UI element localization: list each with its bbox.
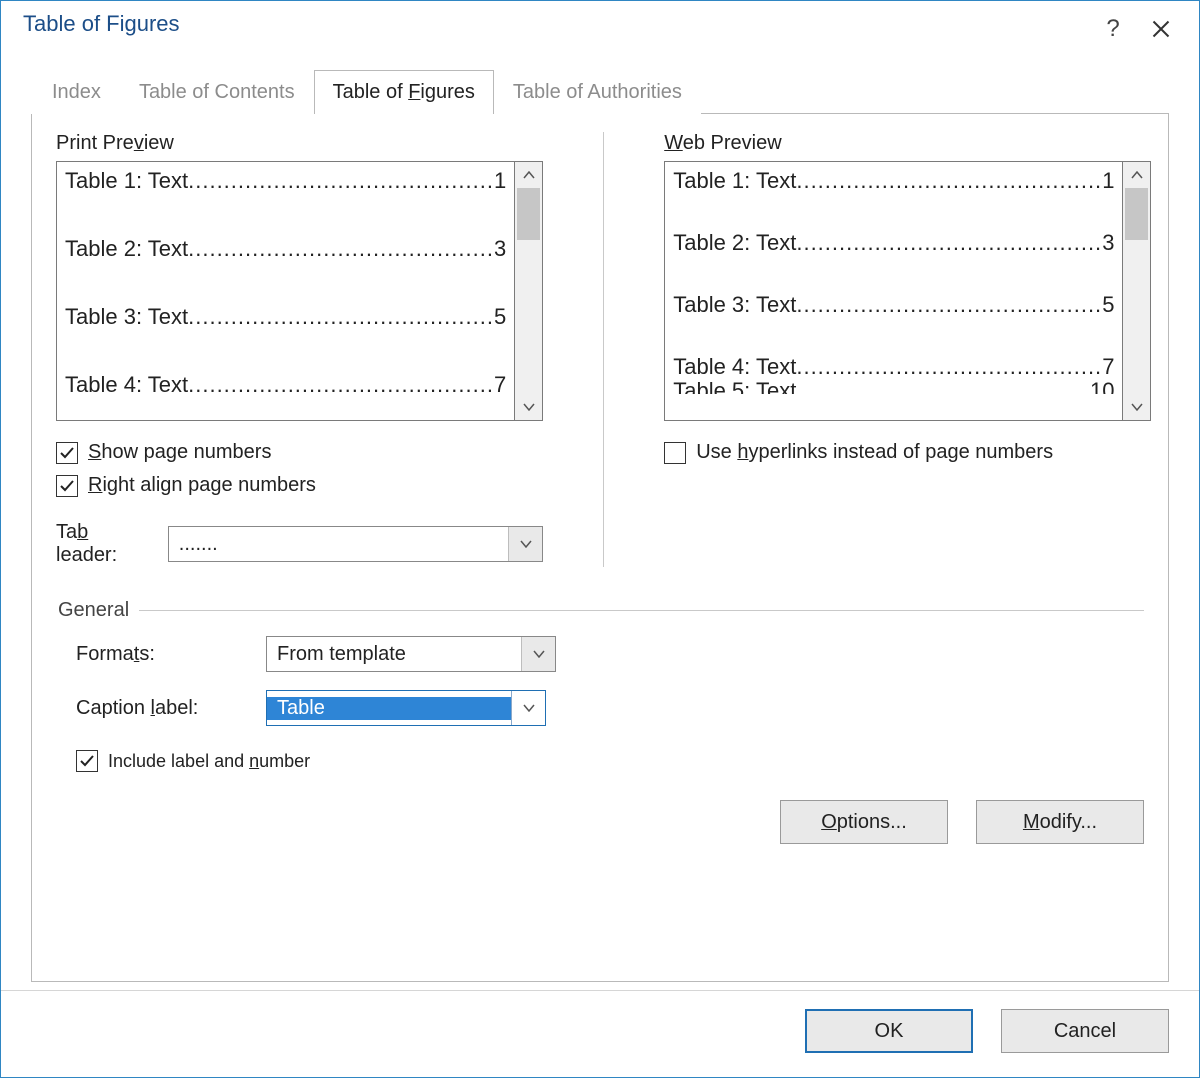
preview-line: Table 4: Text ..........................… bbox=[673, 354, 1114, 380]
dialog-window: Table of Figures ? Index Table of Conten… bbox=[0, 0, 1200, 1078]
close-icon[interactable] bbox=[1137, 11, 1185, 47]
titlebar: Table of Figures ? bbox=[1, 1, 1199, 69]
tab-leader-select[interactable]: ....... bbox=[168, 526, 543, 562]
preview-line: Table 3: Text ..........................… bbox=[673, 292, 1114, 318]
preview-line: Table 2: Text ..........................… bbox=[673, 230, 1114, 256]
ok-button[interactable]: OK bbox=[805, 1009, 973, 1053]
formats-row: Formats: From template bbox=[76, 636, 1144, 672]
chevron-down-icon bbox=[511, 691, 545, 725]
checkbox-icon bbox=[76, 750, 98, 772]
include-label-and-number-checkbox[interactable]: Include label and number bbox=[76, 750, 1144, 772]
dialog-content: Index Table of Contents Table of Figures… bbox=[1, 69, 1199, 990]
previews-row: Print Preview Table 1: Text ............… bbox=[56, 132, 1144, 567]
web-preview-col: Web Preview Table 1: Text ..............… bbox=[664, 132, 1151, 567]
checkbox-icon bbox=[56, 475, 78, 497]
tab-leader-row: Tab leader: ....... bbox=[56, 521, 543, 567]
scroll-down-icon[interactable] bbox=[515, 394, 542, 420]
print-preview-box[interactable]: Table 1: Text ..........................… bbox=[56, 161, 515, 421]
checkbox-icon bbox=[664, 442, 686, 464]
window-title: Table of Figures bbox=[23, 11, 1089, 37]
vertical-divider bbox=[603, 132, 604, 567]
web-preview-label: Web Preview bbox=[664, 132, 1151, 155]
right-align-page-numbers-checkbox[interactable]: Right align page numbers bbox=[56, 474, 543, 497]
scroll-up-icon[interactable] bbox=[1123, 162, 1150, 188]
web-preview-box-wrap: Table 1: Text ..........................… bbox=[664, 161, 1151, 421]
print-preview-scrollbar[interactable] bbox=[515, 161, 543, 421]
print-preview-label: Print Preview bbox=[56, 132, 543, 155]
show-page-numbers-checkbox[interactable]: Show page numbers bbox=[56, 441, 543, 464]
use-hyperlinks-checkbox[interactable]: Use hyperlinks instead of page numbers bbox=[664, 441, 1151, 464]
tab-table-of-figures[interactable]: Table of Figures bbox=[314, 70, 494, 114]
tab-index[interactable]: Index bbox=[33, 70, 120, 114]
formats-label: Formats: bbox=[76, 643, 246, 666]
print-options: Show page numbers Right align page numbe… bbox=[56, 441, 543, 567]
print-preview-box-wrap: Table 1: Text ..........................… bbox=[56, 161, 543, 421]
web-preview-box[interactable]: Table 1: Text ..........................… bbox=[664, 161, 1123, 421]
tab-panel: Print Preview Table 1: Text ............… bbox=[31, 114, 1169, 982]
caption-label-label: Caption label: bbox=[76, 697, 246, 720]
tab-table-of-contents[interactable]: Table of Contents bbox=[120, 70, 314, 114]
web-options: Use hyperlinks instead of page numbers bbox=[664, 441, 1151, 464]
caption-label-row: Caption label: Table bbox=[76, 690, 1144, 726]
panel-buttons: Options... Modify... bbox=[56, 800, 1144, 844]
web-preview-scrollbar[interactable] bbox=[1123, 161, 1151, 421]
modify-button[interactable]: Modify... bbox=[976, 800, 1144, 844]
general-group: General Formats: From template bbox=[56, 599, 1144, 772]
tab-table-of-authorities[interactable]: Table of Authorities bbox=[494, 70, 701, 114]
preview-line: Table 1: Text ..........................… bbox=[673, 168, 1114, 194]
preview-line-peek: Table 5: Text ..........................… bbox=[673, 380, 1114, 394]
cancel-button[interactable]: Cancel bbox=[1001, 1009, 1169, 1053]
help-icon[interactable]: ? bbox=[1089, 11, 1137, 47]
preview-line: Table 4: Text ..........................… bbox=[65, 372, 506, 398]
print-preview-col: Print Preview Table 1: Text ............… bbox=[56, 132, 543, 567]
scroll-down-icon[interactable] bbox=[1123, 394, 1150, 420]
preview-line: Table 1: Text ..........................… bbox=[65, 168, 506, 194]
tabstrip: Index Table of Contents Table of Figures… bbox=[33, 69, 1169, 114]
preview-line: Table 2: Text ..........................… bbox=[65, 236, 506, 262]
chevron-down-icon bbox=[521, 637, 555, 671]
options-button[interactable]: Options... bbox=[780, 800, 948, 844]
chevron-down-icon bbox=[508, 527, 542, 561]
tab-leader-label: Tab leader: bbox=[56, 521, 154, 567]
formats-select[interactable]: From template bbox=[266, 636, 556, 672]
caption-label-select[interactable]: Table bbox=[266, 690, 546, 726]
scroll-up-icon[interactable] bbox=[515, 162, 542, 188]
dialog-buttons: OK Cancel bbox=[1, 990, 1199, 1077]
checkbox-icon bbox=[56, 442, 78, 464]
preview-line: Table 3: Text ..........................… bbox=[65, 304, 506, 330]
general-legend: General bbox=[56, 599, 139, 622]
